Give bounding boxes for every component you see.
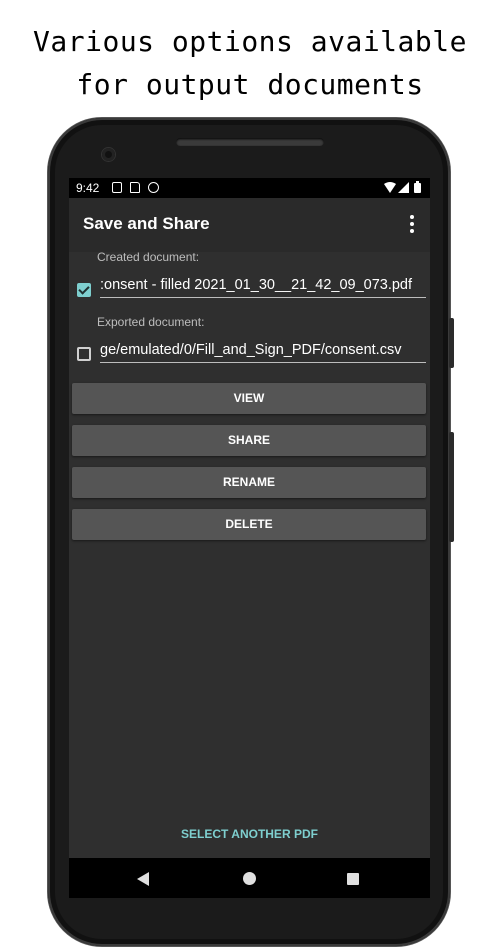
exported-document-label: Exported document: — [97, 315, 205, 329]
recent-apps-icon[interactable] — [347, 873, 359, 885]
exported-document-field[interactable]: ge/emulated/0/Fill_and_Sign_PDF/consent.… — [100, 338, 426, 363]
promo-headline: Various options available for output doc… — [0, 20, 500, 106]
sync-icon — [148, 182, 159, 193]
exported-document-value: ge/emulated/0/Fill_and_Sign_PDF/consent.… — [100, 342, 402, 358]
more-vert-icon[interactable] — [410, 215, 414, 233]
exported-document-checkbox[interactable] — [77, 347, 91, 361]
notification-a-icon — [112, 182, 122, 193]
delete-button[interactable]: DELETE — [72, 509, 426, 540]
created-document-field[interactable]: :onsent - filled 2021_01_30__21_42_09_07… — [100, 273, 426, 298]
power-button — [449, 432, 454, 542]
home-icon[interactable] — [243, 872, 256, 885]
signal-icon — [398, 182, 409, 193]
navigation-bar — [69, 858, 430, 898]
battery-icon — [414, 181, 421, 193]
app-screen: 9:42 Save and Share Created document: :o… — [69, 178, 430, 898]
created-document-checkbox[interactable] — [77, 283, 91, 297]
front-camera — [102, 148, 115, 161]
rename-button[interactable]: RENAME — [72, 467, 426, 498]
created-document-label: Created document: — [97, 250, 200, 264]
volume-button — [449, 318, 454, 368]
sd-card-icon — [130, 182, 140, 193]
view-button[interactable]: VIEW — [72, 383, 426, 414]
created-document-value: :onsent - filled 2021_01_30__21_42_09_07… — [100, 277, 413, 293]
promo-line-1: Various options available — [33, 25, 467, 58]
speaker-grille — [176, 138, 324, 146]
app-title: Save and Share — [83, 214, 210, 233]
status-bar: 9:42 — [69, 178, 430, 198]
back-icon[interactable] — [137, 872, 149, 886]
status-time: 9:42 — [76, 181, 100, 195]
share-button[interactable]: SHARE — [72, 425, 426, 456]
app-bar: Save and Share — [69, 198, 430, 252]
promo-line-2: for output documents — [76, 68, 424, 101]
wifi-icon — [384, 182, 396, 193]
select-another-pdf-button[interactable]: SELECT ANOTHER PDF — [69, 827, 430, 841]
